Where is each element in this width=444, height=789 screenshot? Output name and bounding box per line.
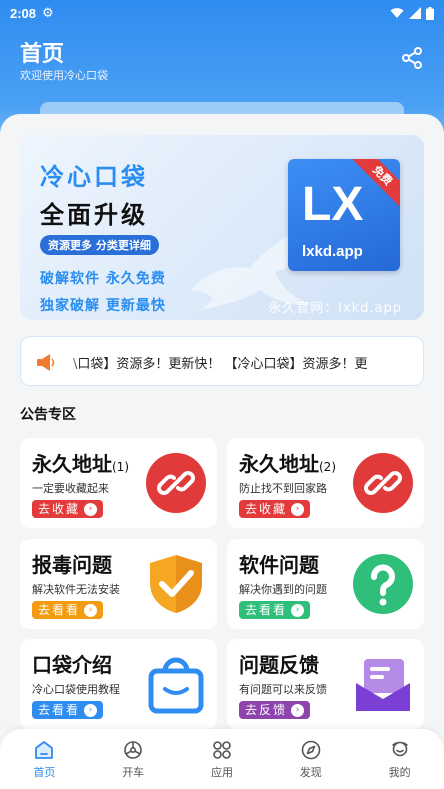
notice-marquee[interactable]: \口袋】资源多！更新快！ 【冷心口袋】资源多！更 [20, 336, 424, 386]
card-subtitle: 一定要收藏起来 [32, 482, 109, 495]
question-icon [353, 554, 413, 614]
battery-icon [426, 6, 434, 20]
link-icon [146, 453, 206, 513]
user-icon [391, 741, 408, 757]
wifi-icon [390, 8, 404, 18]
shield-check-icon [150, 555, 202, 613]
logo-url: lxkd.app [302, 243, 363, 260]
card-subtitle: 有问题可以来反馈 [239, 683, 327, 696]
card-subtitle: 冷心口袋使用教程 [32, 683, 120, 696]
status-time: 2:08 [10, 5, 37, 21]
compass-icon [301, 740, 321, 760]
mail-icon [356, 659, 410, 711]
banner-title: 冷心口袋 [40, 163, 148, 191]
card-software-issue[interactable]: 软件问题 解决你遇到的问题 去看看 › [227, 539, 424, 629]
nav-label: 开车 [122, 766, 145, 779]
collect-button[interactable]: 去收藏 › [32, 500, 104, 518]
card-title: 软件问题 [239, 553, 319, 577]
promo-banner[interactable]: 冷心口袋 全面升级 资源更多 分类更详细 破解软件 永久免费 独家破解 更新最快… [20, 135, 424, 320]
banner-site: 永久官网：lxkd.app [268, 301, 402, 316]
nav-home[interactable]: 首页 [0, 729, 89, 789]
status-icons [390, 6, 434, 20]
card-title: 问题反馈 [239, 653, 319, 677]
nav-label: 发现 [299, 766, 322, 779]
notice-fade [61, 337, 81, 385]
banner-tagline-1: 破解软件 永久免费 [40, 271, 166, 287]
banner-headline: 全面升级 [40, 201, 148, 229]
banner-pill: 资源更多 分类更详细 [40, 235, 159, 255]
card-subtitle: 防止找不到回家路 [239, 482, 327, 495]
home-icon [35, 741, 54, 759]
collect-button[interactable]: 去收藏 › [239, 500, 311, 518]
nav-label: 首页 [33, 766, 56, 779]
view-button[interactable]: 去看看 › [32, 601, 104, 619]
notice-text: \口袋】资源多！更新快！ 【冷心口袋】资源多！更 [73, 357, 368, 372]
page-title: 首页 [20, 42, 65, 67]
nav-drive[interactable]: 开车 [89, 729, 178, 789]
nav-apps[interactable]: 应用 [178, 729, 267, 789]
apps-icon [213, 741, 231, 759]
card-address-1[interactable]: 永久地址(1) 一定要收藏起来 去收藏 › [20, 438, 217, 528]
card-title: 口袋介绍 [32, 653, 112, 677]
share-icon[interactable] [400, 46, 424, 70]
nav-discover[interactable]: 发现 [266, 729, 355, 789]
card-virus-issue[interactable]: 报毒问题 解决软件无法安装 去看看 › [20, 539, 217, 629]
nav-profile[interactable]: 我的 [355, 729, 444, 789]
bottom-nav: 首页 开车 应用 发现 我的 [0, 729, 444, 789]
banner-tagline-2: 独家破解 更新最快 [40, 298, 166, 314]
card-title: 永久地址(1) [32, 452, 129, 476]
car-wheel-icon [124, 741, 142, 759]
section-title: 公告专区 [20, 407, 76, 423]
card-intro[interactable]: 口袋介绍 冷心口袋使用教程 去看看 › [20, 639, 217, 729]
card-title: 永久地址(2) [239, 452, 336, 476]
page-subtitle: 欢迎使用冷心口袋 [20, 69, 108, 82]
megaphone-icon [37, 354, 55, 371]
view-button[interactable]: 去看看 › [239, 601, 311, 619]
signal-icon [409, 7, 421, 19]
logo-text: LX [302, 178, 364, 231]
app-logo: LX lxkd.app 免费 [288, 159, 400, 271]
card-address-2[interactable]: 永久地址(2) 防止找不到回家路 去收藏 › [227, 438, 424, 528]
nav-label: 应用 [210, 766, 233, 779]
card-title: 报毒问题 [32, 553, 112, 577]
link-icon [353, 453, 413, 513]
card-subtitle: 解决软件无法安装 [32, 583, 120, 596]
card-subtitle: 解决你遇到的问题 [239, 583, 327, 596]
card-feedback[interactable]: 问题反馈 有问题可以来反馈 去反馈 › [227, 639, 424, 729]
status-bar: 2:08 ⚙ [0, 0, 444, 26]
bag-icon [148, 657, 204, 714]
gear-icon: ⚙ [42, 5, 54, 21]
nav-label: 我的 [388, 766, 411, 779]
feedback-button[interactable]: 去反馈 › [239, 701, 311, 719]
view-button[interactable]: 去看看 › [32, 701, 104, 719]
